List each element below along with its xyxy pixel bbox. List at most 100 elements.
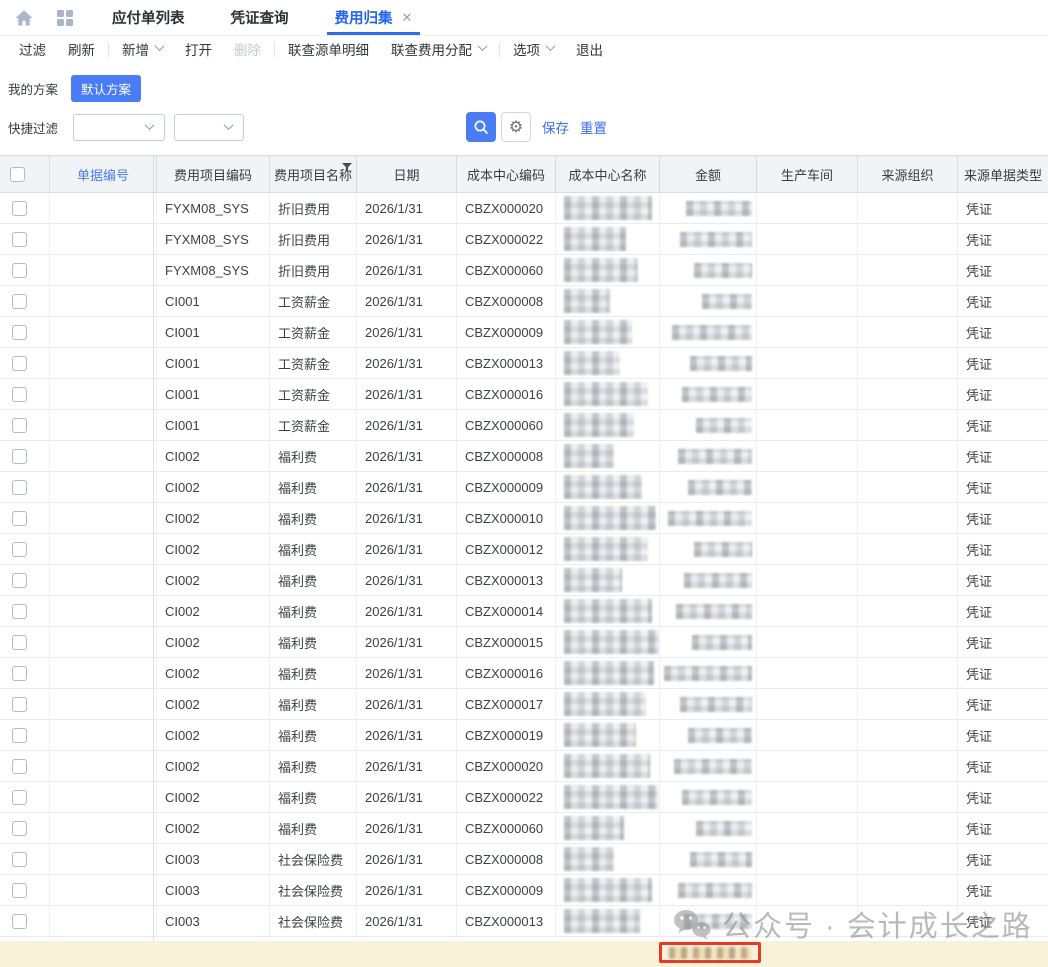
column-header-checkbox[interactable] <box>0 156 50 192</box>
table-row[interactable]: CI003社会保险费2026/1/31CBZX000009凭证 <box>0 875 1048 906</box>
row-checkbox[interactable] <box>12 387 27 402</box>
tab-voucher-query[interactable]: 凭证查询 <box>225 0 295 35</box>
table-row[interactable]: CI002福利费2026/1/31CBZX000014凭证 <box>0 596 1048 627</box>
gear-icon[interactable]: ⚙ <box>501 112 531 142</box>
row-checkbox[interactable] <box>12 294 27 309</box>
row-checkbox[interactable] <box>12 790 27 805</box>
column-header-cost-center-code[interactable]: 成本中心编码 <box>457 156 556 192</box>
row-checkbox[interactable] <box>12 480 27 495</box>
row-checkbox[interactable] <box>12 697 27 712</box>
apps-grid-icon[interactable] <box>54 7 76 29</box>
row-checkbox[interactable] <box>12 852 27 867</box>
column-header-source-org[interactable]: 来源组织 <box>858 156 958 192</box>
select-all-checkbox[interactable] <box>10 167 25 182</box>
options-button[interactable]: 选项 <box>513 39 554 59</box>
table-row[interactable]: CI002福利费2026/1/31CBZX000012凭证 <box>0 534 1048 565</box>
search-button[interactable] <box>466 112 496 142</box>
row-checkbox[interactable] <box>12 356 27 371</box>
reset-link[interactable]: 重置 <box>580 117 607 137</box>
row-checkbox[interactable] <box>12 883 27 898</box>
table-row[interactable]: CI002福利费2026/1/31CBZX000017凭证 <box>0 689 1048 720</box>
save-link[interactable]: 保存 <box>542 117 569 137</box>
redacted-amount <box>672 325 752 340</box>
doc-no-cell <box>50 813 157 843</box>
tab-close-icon[interactable]: ✕ <box>402 11 413 24</box>
row-checkbox[interactable] <box>12 728 27 743</box>
cost-center-name-cell <box>556 720 660 750</box>
table-row[interactable]: CI001工资薪金2026/1/31CBZX000009凭证 <box>0 317 1048 348</box>
row-checkbox-cell <box>0 348 50 378</box>
row-checkbox[interactable] <box>12 821 27 836</box>
row-checkbox[interactable] <box>12 573 27 588</box>
doc-no-cell <box>50 255 157 285</box>
column-header-expense-item-name[interactable]: 费用项目名称 <box>270 156 357 192</box>
table-row[interactable]: CI002福利费2026/1/31CBZX000015凭证 <box>0 627 1048 658</box>
tab-expense-collection[interactable]: 费用归集✕ <box>329 0 419 35</box>
home-icon[interactable] <box>13 7 35 29</box>
table-row[interactable]: CI002福利费2026/1/31CBZX000020凭证 <box>0 751 1048 782</box>
refresh-button[interactable]: 刷新 <box>68 39 95 59</box>
table-row[interactable]: CI002福利费2026/1/31CBZX000016凭证 <box>0 658 1048 689</box>
table-row[interactable]: CI002福利费2026/1/31CBZX000010凭证 <box>0 503 1048 534</box>
link-source-detail-button[interactable]: 联查源单明细 <box>288 39 369 59</box>
expense-item-name-cell: 福利费 <box>270 720 357 750</box>
row-checkbox[interactable] <box>12 635 27 650</box>
table-row[interactable]: CI002福利费2026/1/31CBZX000022凭证 <box>0 782 1048 813</box>
row-checkbox[interactable] <box>12 511 27 526</box>
table-row[interactable]: CI002福利费2026/1/31CBZX000019凭证 <box>0 720 1048 751</box>
table-row[interactable]: CI001工资薪金2026/1/31CBZX000013凭证 <box>0 348 1048 379</box>
default-scheme-button[interactable]: 默认方案 <box>71 75 141 102</box>
table-row[interactable]: CI001工资薪金2026/1/31CBZX000008凭证 <box>0 286 1048 317</box>
table-row[interactable]: CI002福利费2026/1/31CBZX000009凭证 <box>0 472 1048 503</box>
table-row[interactable]: CI002福利费2026/1/31CBZX000013凭证 <box>0 565 1048 596</box>
doc-no-cell <box>50 751 157 781</box>
row-checkbox[interactable] <box>12 418 27 433</box>
column-header-amount[interactable]: 金额 <box>660 156 757 192</box>
table-row[interactable]: CI001工资薪金2026/1/31CBZX000016凭证 <box>0 379 1048 410</box>
table-row[interactable]: CI002福利费2026/1/31CBZX000008凭证 <box>0 441 1048 472</box>
row-checkbox[interactable] <box>12 449 27 464</box>
source-org-cell <box>858 813 958 843</box>
quick-filter-select-1[interactable] <box>73 114 165 141</box>
filter-funnel-icon[interactable] <box>342 160 352 175</box>
column-header-source-doc-type[interactable]: 来源单据类型 <box>958 156 1048 192</box>
column-header-doc-no[interactable]: 单据编号 <box>50 156 157 192</box>
row-checkbox[interactable] <box>12 263 27 278</box>
row-checkbox[interactable] <box>12 604 27 619</box>
table-row[interactable]: FYXM08_SYS折旧费用2026/1/31CBZX000060凭证 <box>0 255 1048 286</box>
workshop-cell <box>757 875 858 905</box>
column-header-workshop[interactable]: 生产车间 <box>757 156 858 192</box>
row-checkbox[interactable] <box>12 325 27 340</box>
table-row[interactable]: CI003社会保险费2026/1/31CBZX000008凭证 <box>0 844 1048 875</box>
row-checkbox[interactable] <box>12 914 27 929</box>
exit-button[interactable]: 退出 <box>576 39 603 59</box>
row-checkbox[interactable] <box>12 542 27 557</box>
filter-button[interactable]: 过滤 <box>19 39 46 59</box>
open-button[interactable]: 打开 <box>185 39 212 59</box>
source-doc-type-cell: 凭证 <box>958 689 1048 719</box>
row-checkbox-cell <box>0 875 50 905</box>
table-row[interactable]: FYXM08_SYS折旧费用2026/1/31CBZX000020凭证 <box>0 193 1048 224</box>
table-row[interactable]: FYXM08_SYS折旧费用2026/1/31CBZX000022凭证 <box>0 224 1048 255</box>
table-row[interactable]: CI003社会保险费2026/1/31CBZX000013凭证 <box>0 906 1048 937</box>
column-header-expense-item-code[interactable]: 费用项目编码 <box>157 156 270 192</box>
column-header-cost-center-name[interactable]: 成本中心名称 <box>556 156 660 192</box>
date-cell: 2026/1/31 <box>357 193 457 223</box>
new-button[interactable]: 新增 <box>122 39 163 59</box>
source-doc-type-cell: 凭证 <box>958 317 1048 347</box>
row-checkbox-cell <box>0 410 50 440</box>
row-checkbox[interactable] <box>12 201 27 216</box>
row-checkbox[interactable] <box>12 232 27 247</box>
tab-payable-list[interactable]: 应付单列表 <box>106 0 191 35</box>
source-doc-type-cell: 凭证 <box>958 844 1048 874</box>
row-checkbox[interactable] <box>12 759 27 774</box>
table-row[interactable]: CI001工资薪金2026/1/31CBZX000060凭证 <box>0 410 1048 441</box>
link-expense-allocation-button[interactable]: 联查费用分配 <box>391 39 486 59</box>
column-header-date[interactable]: 日期 <box>357 156 457 192</box>
amount-cell <box>660 751 757 781</box>
quick-filter-select-2[interactable] <box>174 114 244 141</box>
source-org-cell <box>858 255 958 285</box>
redacted-cost-center-name <box>564 506 656 530</box>
row-checkbox[interactable] <box>12 666 27 681</box>
table-row[interactable]: CI002福利费2026/1/31CBZX000060凭证 <box>0 813 1048 844</box>
